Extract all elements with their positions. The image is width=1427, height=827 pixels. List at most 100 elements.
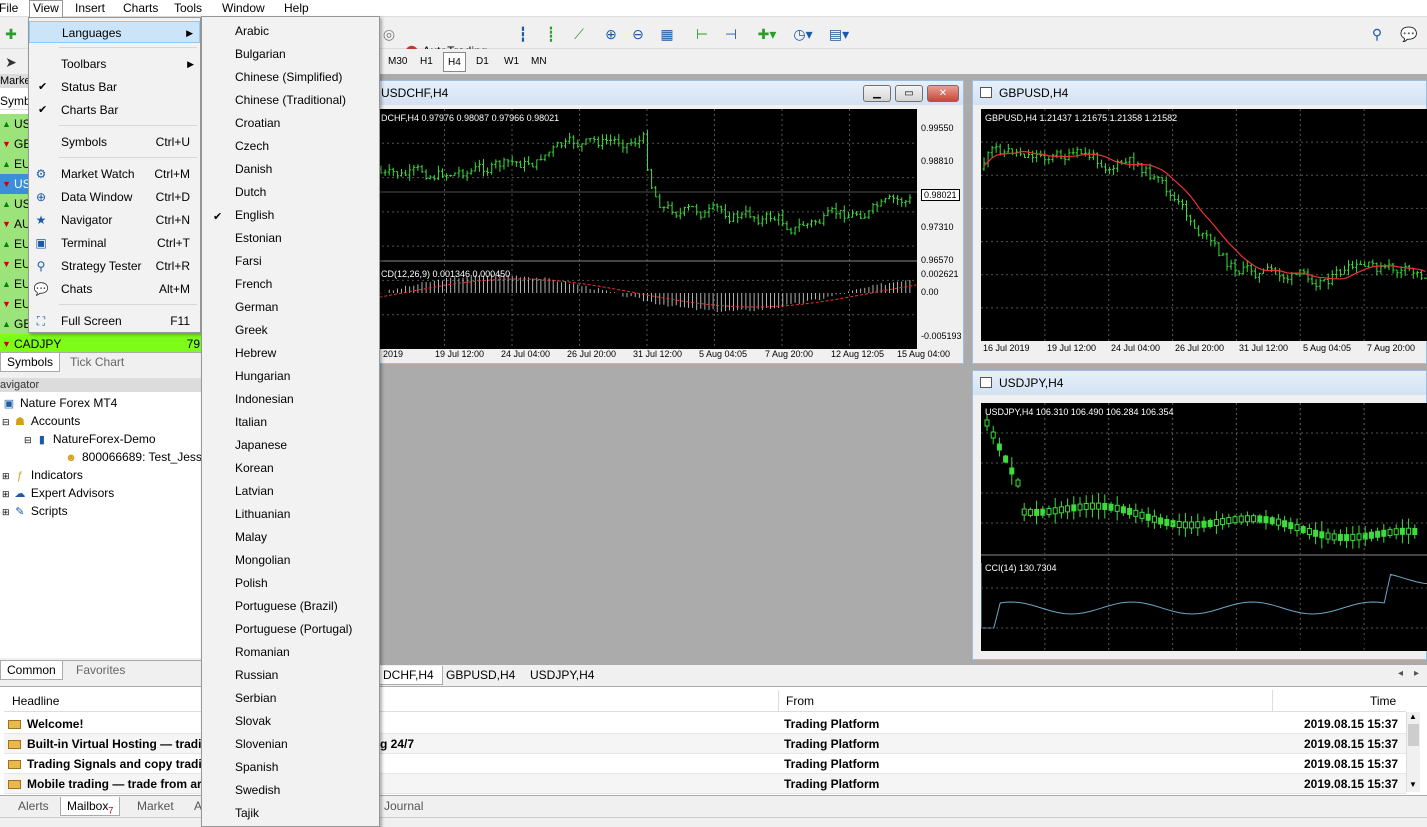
scroll-thumb[interactable] [1408,724,1419,746]
nav-account[interactable]: ☻ 800066689: Test_Jess A [64,448,212,466]
language-item[interactable]: Danish [235,158,272,181]
chart-window-gbpusd[interactable]: GBPUSD,H4 GBPUSD,H4 1.21437 1.21675 1.21… [972,80,1427,364]
timeframe-mn[interactable]: MN [527,52,551,72]
language-item[interactable]: Latvian [235,480,274,503]
language-item[interactable]: Bulgarian [235,43,286,66]
view-menu-item-languages[interactable]: Languages ▶ [29,21,200,43]
chart-tab-gbpusd[interactable]: GBPUSD,H4 [438,666,523,685]
chart-window-usdjpy[interactable]: USDJPY,H4 USDJPY,H4 106.310 106.490 106.… [972,370,1427,660]
tile-windows-icon[interactable]: ▦ [656,23,678,45]
view-menu-item-full-screen[interactable]: ⛶ Full Screen F11 [29,310,200,332]
language-item[interactable]: Chinese (Simplified) [235,66,342,89]
language-item[interactable]: Spanish [235,756,278,779]
language-item[interactable]: Hebrew [235,342,276,365]
tab-market[interactable]: Market [131,797,180,816]
tab-alerts[interactable]: Alerts [12,797,55,816]
language-item[interactable]: Croatian [235,112,280,135]
language-item[interactable]: Swedish [235,779,280,802]
language-item[interactable]: Slovak [235,710,271,733]
language-item[interactable]: Italian [235,411,267,434]
tab-tick-chart[interactable]: Tick Chart [64,353,130,372]
language-item[interactable]: Polish [235,572,268,595]
language-item[interactable]: Chinese (Traditional) [235,89,346,112]
line-chart-icon[interactable]: ⟋ [568,23,590,45]
chart-shift-icon[interactable]: ⊢ [691,23,713,45]
tab-common[interactable]: Common [0,661,63,680]
usdjpy-plot[interactable]: USDJPY,H4 106.310 106.490 106.284 106.35… [981,403,1427,651]
maximize-button[interactable]: ▭ [895,85,923,102]
nav-indicators[interactable]: ⊞ ƒ Indicators [2,466,83,484]
menu-insert[interactable]: Insert [72,1,108,17]
view-menu-item-charts-bar[interactable]: ✔ Charts Bar [29,99,200,121]
chart-tab-usdjpy[interactable]: USDJPY,H4 [522,666,602,685]
menu-view[interactable]: View [29,0,63,17]
language-item[interactable]: Czech [235,135,269,158]
view-menu-item-symbols[interactable]: Symbols Ctrl+U [29,131,200,153]
cursor-icon[interactable]: ➤ [0,51,22,73]
language-item[interactable]: Hungarian [235,365,290,388]
bar-chart-icon[interactable]: ┇ [512,23,534,45]
tab-journal[interactable]: Journal [378,797,429,816]
nav-accounts[interactable]: ⊟ ☗ Accounts [2,412,80,430]
language-item[interactable]: Japanese [235,434,287,457]
language-item[interactable]: Greek [235,319,268,342]
gbpusd-plot[interactable]: GBPUSD,H4 1.21437 1.21675 1.21358 1.2158… [981,109,1427,341]
col-from[interactable]: From [786,690,814,712]
menu-charts[interactable]: Charts [120,1,161,17]
language-item[interactable]: Slovenian [235,733,288,756]
search-icon[interactable]: ⚲ [1366,23,1388,45]
new-chart-icon[interactable]: ✚ [0,23,22,45]
language-item[interactable]: Dutch [235,181,266,204]
language-item[interactable]: Malay [235,526,267,549]
chart-window-usdchf[interactable]: USDCHF,H4 ▁ ▭ ✕ DCHF,H4 0.97976 0.98087 … [369,80,964,364]
chat-bubbles-icon[interactable]: 💬 [1398,23,1420,45]
tab-scroll-right-icon[interactable]: ▸ [1414,668,1419,679]
col-time[interactable]: Time [1370,690,1396,712]
auto-scroll-icon[interactable]: ⊣ [720,23,742,45]
view-menu-item-chats[interactable]: 💬 Chats Alt+M [29,278,200,300]
language-item[interactable]: Estonian [235,227,282,250]
zoom-out-icon[interactable]: ⊖ [627,23,649,45]
language-item[interactable]: Farsi [235,250,262,273]
language-item[interactable]: Portuguese (Portugal) [235,618,352,641]
language-item[interactable]: Mongolian [235,549,290,572]
scroll-down-icon[interactable]: ▼ [1409,780,1417,789]
indicators-icon[interactable]: ✚▾ [756,23,778,45]
candlestick-icon[interactable]: ┋ [540,23,562,45]
menu-tools[interactable]: Tools [171,1,205,17]
minimize-button[interactable]: ▁ [863,85,891,102]
timeframe-d1[interactable]: D1 [472,52,493,72]
nav-root[interactable]: ▣ Nature Forex MT4 [2,394,118,412]
view-menu-item-navigator[interactable]: ★ Navigator Ctrl+N [29,209,200,231]
terminal-scrollbar[interactable]: ▲ ▼ [1406,712,1420,792]
language-item[interactable]: Korean [235,457,274,480]
globe-icon[interactable]: ◎ [378,23,400,45]
menu-file[interactable]: File [0,1,21,17]
nav-experts[interactable]: ⊞ ☁ Expert Advisors [2,484,114,502]
timeframe-h1[interactable]: H1 [416,52,437,72]
periods-icon[interactable]: ◷▾ [792,23,814,45]
market-watch-row[interactable]: ▼ CADJPY 79 [0,334,202,354]
usdchf-plot[interactable]: DCHF,H4 0.97976 0.98087 0.97966 0.98021 … [377,109,917,349]
language-item[interactable]: Lithuanian [235,503,290,526]
timeframe-w1[interactable]: W1 [500,52,523,72]
view-menu-item-market-watch[interactable]: ⚙ Market Watch Ctrl+M [29,163,200,185]
menu-window[interactable]: Window [219,1,268,17]
language-item[interactable]: Tajik [235,802,259,825]
view-menu-item-strategy-tester[interactable]: ⚲ Strategy Tester Ctrl+R [29,255,200,277]
tab-symbols[interactable]: Symbols [0,353,61,372]
close-button[interactable]: ✕ [927,85,959,102]
nav-scripts[interactable]: ⊞ ✎ Scripts [2,502,68,520]
timeframe-m30[interactable]: M30 [384,52,411,72]
language-item[interactable]: French [235,273,272,296]
timeframe-h4[interactable]: H4 [443,52,466,72]
language-item[interactable]: Portuguese (Brazil) [235,595,338,618]
view-menu-item-data-window[interactable]: ⊕ Data Window Ctrl+D [29,186,200,208]
view-menu-item-terminal[interactable]: ▣ Terminal Ctrl+T [29,232,200,254]
language-item[interactable]: German [235,296,278,319]
view-menu-item-toolbars[interactable]: Toolbars ▶ [29,53,200,75]
tab-mailbox[interactable]: Mailbox7 [60,797,121,816]
zoom-in-icon[interactable]: ⊕ [600,23,622,45]
scroll-up-icon[interactable]: ▲ [1409,712,1417,721]
language-item[interactable]: English [235,204,274,227]
